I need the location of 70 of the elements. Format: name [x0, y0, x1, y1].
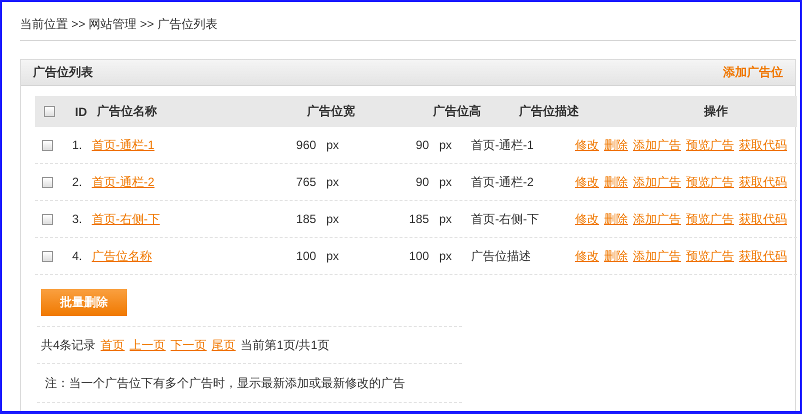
- panel-title: 广告位列表: [33, 64, 93, 81]
- action-link[interactable]: 获取代码: [738, 210, 787, 228]
- column-header: 操作: [702, 103, 729, 120]
- action-link[interactable]: 获取代码: [738, 174, 787, 190]
- action-link[interactable]: 删除: [604, 210, 628, 228]
- action-link[interactable]: 修改: [574, 136, 599, 154]
- table-cell-text: 2.: [71, 175, 84, 189]
- checkbox[interactable]: [42, 250, 54, 262]
- record-count: 共4条记录: [41, 336, 96, 354]
- action-link[interactable]: 修改: [574, 210, 599, 228]
- column-header: 广告位描述: [518, 103, 580, 120]
- action-link[interactable]: 修改: [574, 174, 599, 190]
- page-link[interactable]: 上一页: [130, 336, 166, 354]
- action-link[interactable]: 获取代码: [738, 248, 787, 264]
- column-header: 广告位宽: [306, 103, 356, 120]
- batch-delete-button[interactable]: 批量删除: [41, 289, 127, 316]
- add-link[interactable]: 添加广告位: [723, 64, 783, 81]
- table-cell-text: 首页-通栏-1: [470, 136, 535, 154]
- name-link[interactable]: 首页-通栏-2: [92, 174, 154, 188]
- table-cell: 90: [416, 138, 430, 152]
- action-link[interactable]: 添加广告: [632, 248, 681, 264]
- table-cell: 960: [296, 138, 316, 152]
- table-cell-text: px: [439, 212, 453, 226]
- table-cell: 90: [416, 175, 430, 189]
- table-cell: 185: [296, 212, 316, 226]
- table-cell-text: px: [326, 212, 340, 226]
- action-link[interactable]: 删除: [604, 248, 628, 264]
- table-cell-text: px: [326, 175, 340, 189]
- table-cell-text: 广告位描述: [470, 248, 532, 264]
- page-link[interactable]: 尾页: [212, 336, 236, 354]
- table-cell-text: px: [439, 175, 453, 189]
- action-link[interactable]: 删除: [604, 174, 628, 190]
- table-cell: 765: [296, 175, 316, 189]
- table-cell-text: 4.: [71, 249, 84, 263]
- page-status: 当前第1页/共1页: [240, 336, 330, 354]
- breadcrumb: 当前位置 >> 网站管理 >> 广告位列表: [20, 2, 796, 41]
- checkbox[interactable]: [42, 140, 54, 150]
- name-link[interactable]: 首页-右侧-下: [92, 212, 160, 226]
- table-cell-text: 首页-通栏-2: [470, 174, 535, 190]
- note-text: 注：当一个广告位下有多个广告时，显示最新添加或最新修改的广告: [37, 364, 462, 403]
- table-cell-text: 3.: [71, 212, 84, 226]
- name-link[interactable]: 首页-通栏-1: [92, 138, 154, 152]
- checkbox[interactable]: [42, 176, 54, 188]
- action-link[interactable]: 预览广告: [686, 248, 734, 264]
- table-cell: 100: [409, 249, 430, 263]
- table-cell: 100: [296, 249, 316, 263]
- action-link[interactable]: 修改: [574, 248, 599, 264]
- name-link[interactable]: 广告位名称: [92, 248, 152, 262]
- column-header: 广告位高: [432, 103, 482, 120]
- table-cell-text: px: [439, 138, 453, 152]
- column-header: 广告位名称: [97, 103, 158, 120]
- action-link[interactable]: 获取代码: [738, 136, 787, 154]
- table-cell-text: 首页-右侧-下: [470, 210, 540, 228]
- action-link[interactable]: 预览广告: [686, 210, 734, 228]
- checkbox[interactable]: [44, 106, 54, 117]
- checkbox[interactable]: [42, 214, 54, 224]
- table-cell-text: px: [439, 249, 453, 263]
- table-cell-text: px: [326, 138, 340, 152]
- page-link[interactable]: 首页: [100, 336, 125, 354]
- table-cell: 185: [409, 212, 430, 226]
- action-link[interactable]: 添加广告: [632, 136, 681, 154]
- action-link[interactable]: 删除: [604, 136, 628, 154]
- table-cell-text: px: [326, 249, 340, 263]
- action-link[interactable]: 添加广告: [632, 174, 681, 190]
- action-link[interactable]: 预览广告: [686, 174, 734, 190]
- page-link[interactable]: 下一页: [170, 336, 207, 354]
- action-link[interactable]: 添加广告: [632, 210, 681, 228]
- action-link[interactable]: 预览广告: [686, 136, 734, 154]
- table-cell-text: 1.: [71, 138, 84, 152]
- column-header: ID: [74, 104, 88, 118]
